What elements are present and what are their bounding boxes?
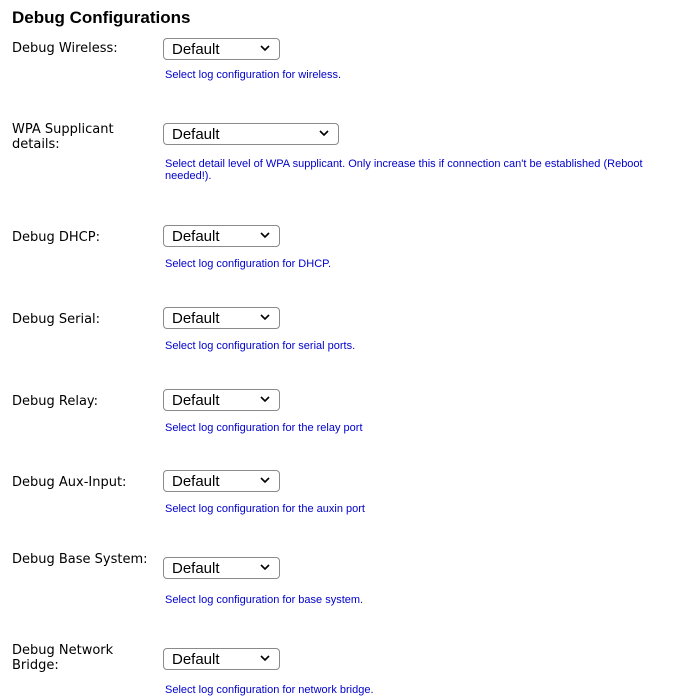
debug-aux-input-select[interactable]: Default <box>163 470 280 492</box>
help-text: Select log configuration for network bri… <box>165 684 374 696</box>
select-value: Default <box>172 473 220 490</box>
chevron-down-icon <box>260 45 270 52</box>
select-value: Default <box>172 310 220 327</box>
debug-network-bridge-select[interactable]: Default <box>163 648 280 670</box>
setting-label: Debug Aux-Input: <box>12 475 127 490</box>
help-text: Select log configuration for the relay p… <box>165 422 363 434</box>
chevron-down-icon <box>319 130 329 137</box>
select-value: Default <box>172 392 220 409</box>
setting-label: Debug DHCP: <box>12 230 100 245</box>
wpa-supplicant-select[interactable]: Default <box>163 123 339 145</box>
debug-serial-select[interactable]: Default <box>163 307 280 329</box>
select-value: Default <box>172 651 220 668</box>
select-value: Default <box>172 126 220 143</box>
help-text: Select log configuration for base system… <box>165 594 364 606</box>
chevron-down-icon <box>260 396 270 403</box>
help-text: Select log configuration for serial port… <box>165 340 356 352</box>
select-value: Default <box>172 228 220 245</box>
setting-label: WPA Supplicant details: <box>12 122 114 152</box>
setting-label: Debug Wireless: <box>12 41 118 56</box>
debug-relay-select[interactable]: Default <box>163 389 280 411</box>
help-text: Select log configuration for DHCP. <box>165 258 332 270</box>
page-title: Debug Configurations <box>12 8 191 27</box>
setting-label: Debug Network Bridge: <box>12 643 114 673</box>
debug-wireless-select[interactable]: Default <box>163 38 280 60</box>
debug-dhcp-select[interactable]: Default <box>163 225 280 247</box>
chevron-down-icon <box>260 314 270 321</box>
chevron-down-icon <box>260 477 270 484</box>
chevron-down-icon <box>260 655 270 662</box>
help-text: Select log configuration for wireless. <box>165 69 342 81</box>
debug-base-system-select[interactable]: Default <box>163 557 280 579</box>
setting-label: Debug Relay: <box>12 394 99 409</box>
select-value: Default <box>172 41 220 58</box>
chevron-down-icon <box>260 564 270 571</box>
chevron-down-icon <box>260 232 270 239</box>
setting-label: Debug Serial: <box>12 312 101 327</box>
help-text: Select detail level of WPA supplicant. O… <box>165 158 643 182</box>
help-text: Select log configuration for the auxin p… <box>165 503 365 515</box>
select-value: Default <box>172 560 220 577</box>
setting-label: Debug Base System: <box>12 552 148 567</box>
